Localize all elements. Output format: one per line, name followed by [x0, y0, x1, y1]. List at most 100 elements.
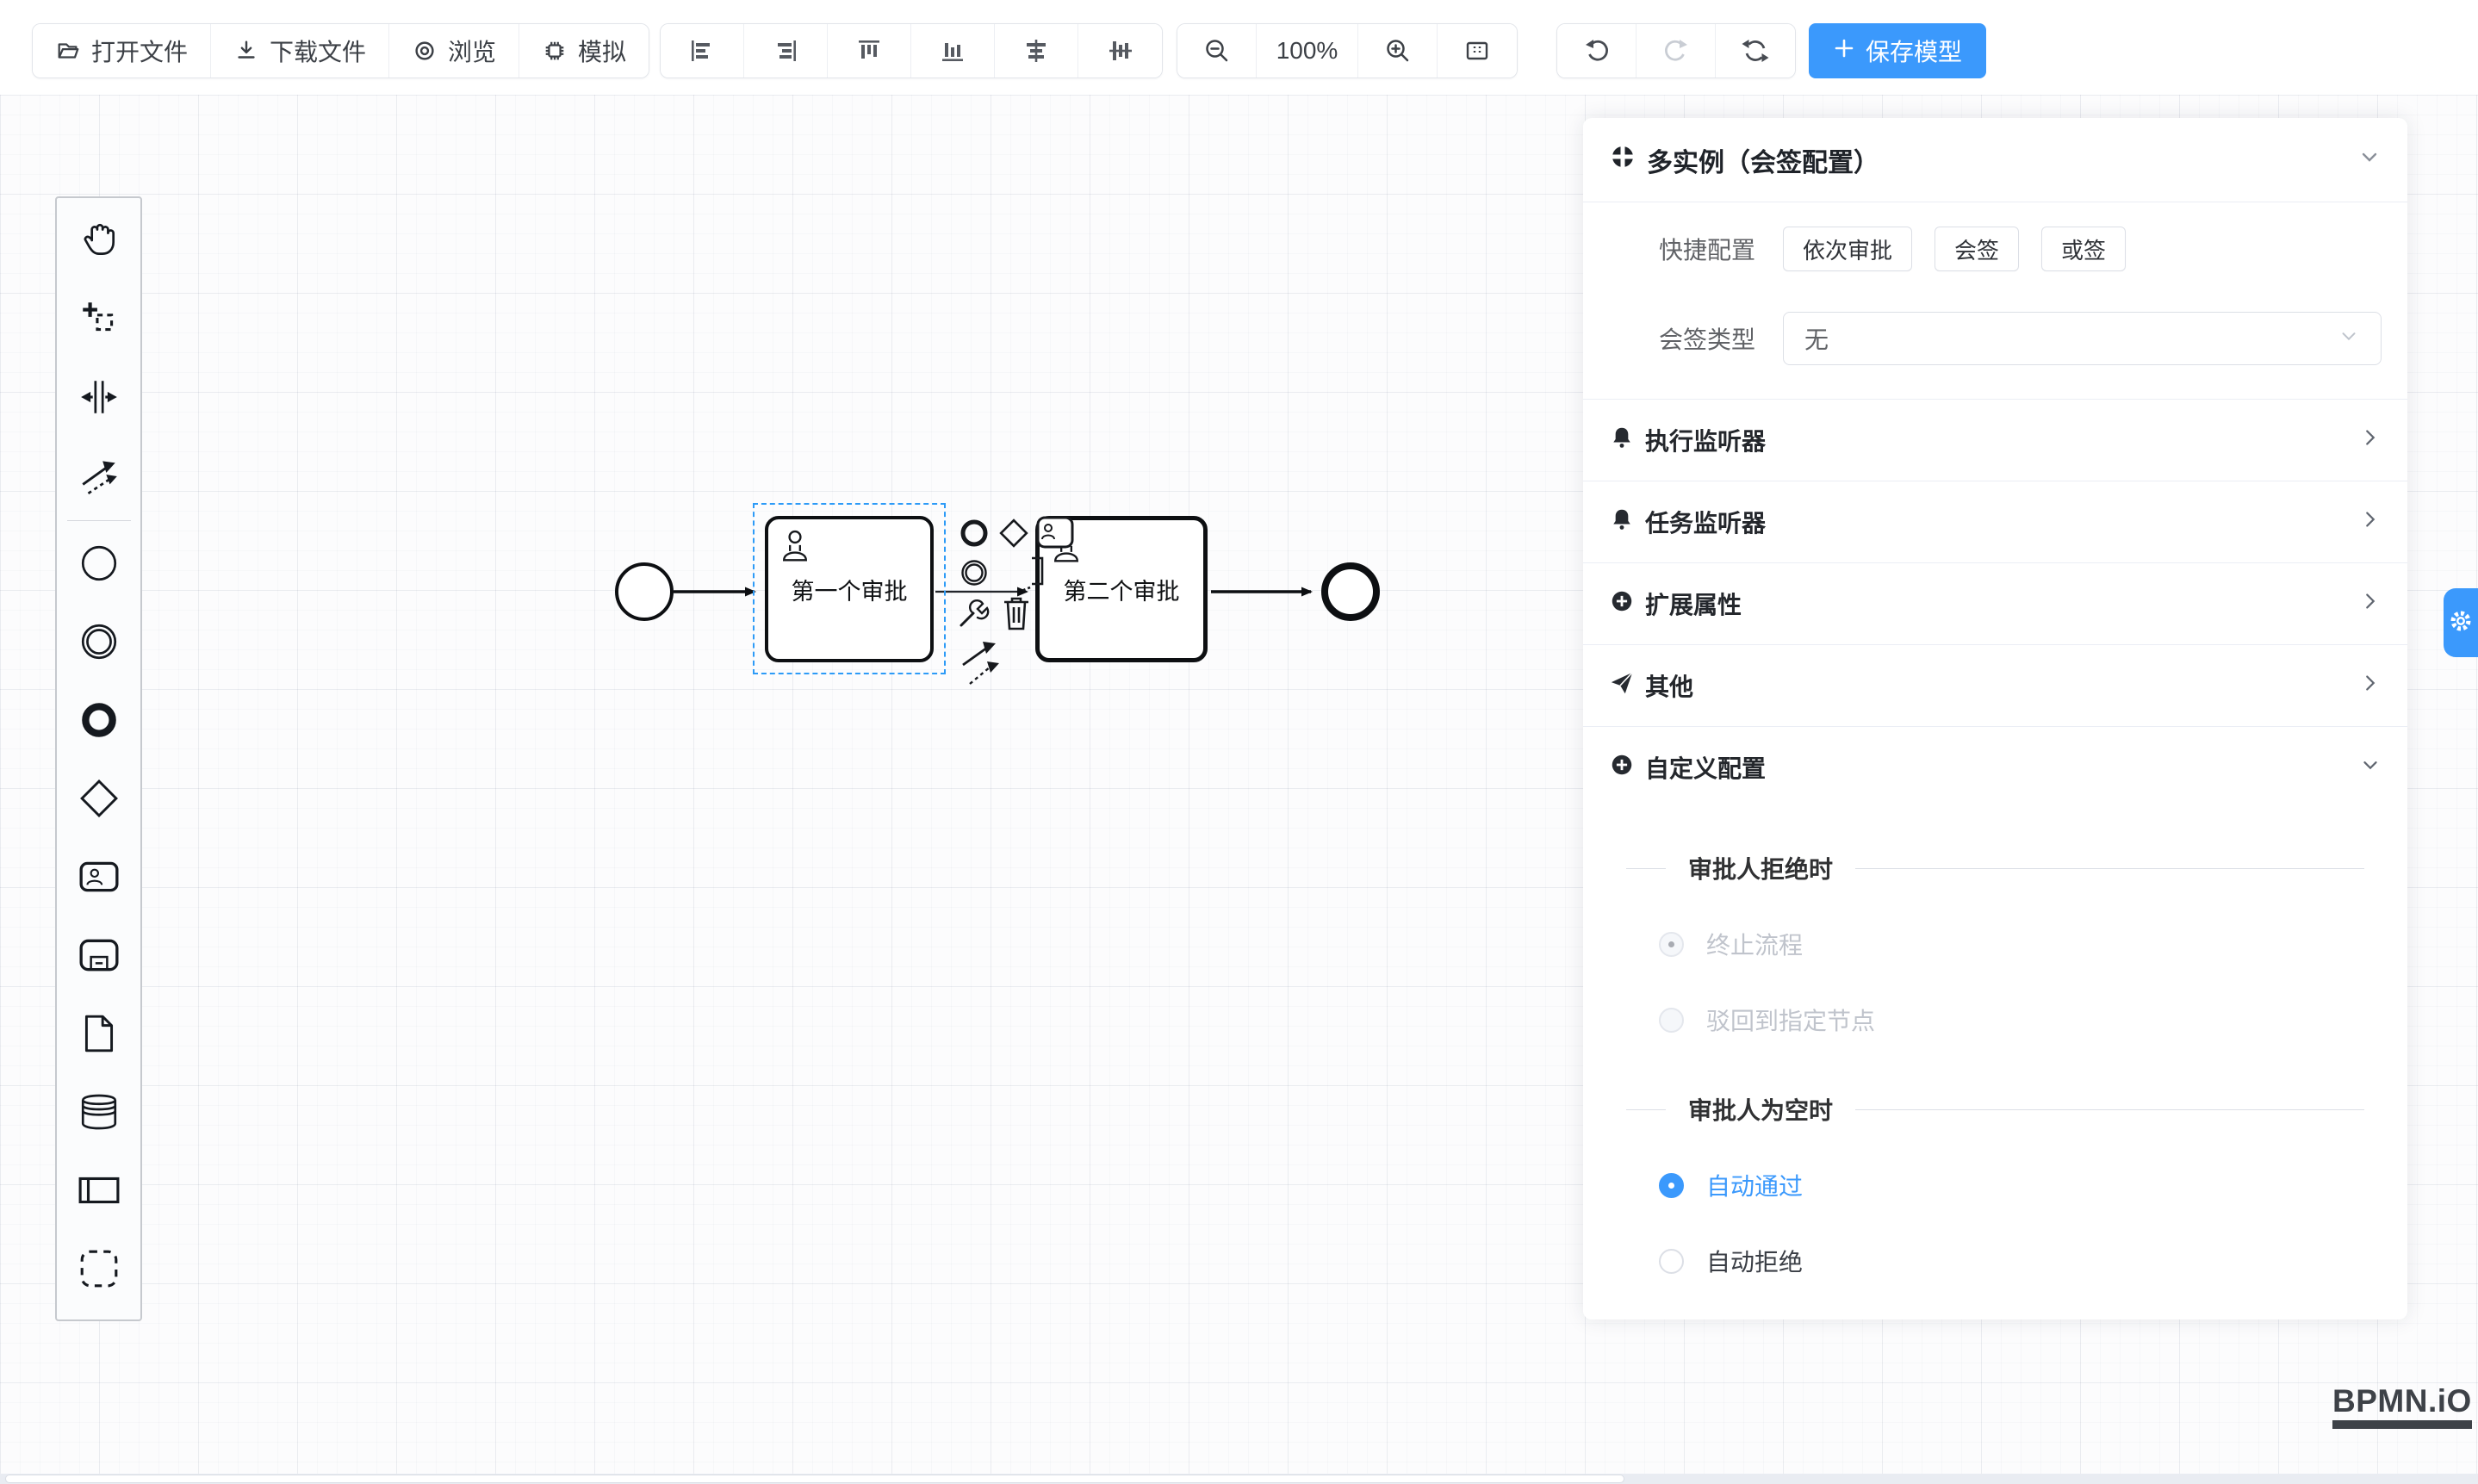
undo-icon — [1583, 37, 1611, 65]
append-text-annotation-icon[interactable] — [1020, 553, 1049, 597]
zoom-level: 100% — [1257, 24, 1358, 78]
align-top-button[interactable] — [828, 24, 911, 78]
download-file-button[interactable]: 下载文件 — [211, 24, 389, 78]
wrench-icon[interactable] — [956, 596, 991, 635]
hand-icon — [78, 219, 121, 266]
section-custom-config[interactable]: 自定义配置 — [1583, 727, 2407, 808]
sequential-approval-button[interactable]: 依次审批 — [1783, 227, 1912, 271]
chevron-down-icon — [2359, 754, 2382, 782]
simulate-label: 模拟 — [578, 34, 626, 68]
settings-tab[interactable] — [2444, 588, 2478, 657]
task-first-approval[interactable]: 第一个审批 — [765, 516, 934, 662]
sign-type-select[interactable]: 无 — [1783, 312, 2382, 365]
fit-viewport-button[interactable] — [1438, 24, 1517, 78]
subprocess-icon — [78, 934, 121, 981]
radio-icon — [1659, 1008, 1684, 1033]
start-event-icon — [78, 542, 121, 589]
connect-icon — [78, 454, 121, 501]
align-right-button[interactable] — [744, 24, 828, 78]
align-bottom-button[interactable] — [911, 24, 995, 78]
align-center-vertical-button[interactable] — [1078, 24, 1162, 78]
download-icon — [233, 38, 259, 64]
empty-group-title: 审批人为空时 — [1626, 1092, 2364, 1127]
connect-handle-icon[interactable] — [960, 636, 1008, 693]
simulate-button[interactable]: 模拟 — [519, 24, 649, 78]
radio-terminate-process[interactable]: 终止流程 — [1659, 927, 2407, 961]
create-participant[interactable] — [60, 1153, 138, 1232]
zoom-in-button[interactable] — [1358, 24, 1438, 78]
plus-circle-icon — [1609, 752, 1635, 784]
create-gateway[interactable] — [60, 761, 138, 840]
palette — [55, 196, 142, 1321]
create-data-object[interactable] — [60, 997, 138, 1075]
create-start-event[interactable] — [60, 526, 138, 605]
append-user-task-icon[interactable] — [1035, 515, 1075, 554]
hand-tool[interactable] — [60, 203, 138, 282]
bell-icon — [1609, 425, 1635, 456]
data-object-icon — [78, 1012, 121, 1059]
plus-icon — [1833, 37, 1855, 65]
divider — [1855, 1109, 2364, 1110]
user-task-marker-icon — [779, 528, 811, 570]
create-data-store[interactable] — [60, 1075, 138, 1153]
section-execution-listener[interactable]: 执行监听器 — [1583, 400, 2407, 481]
gear-icon — [2448, 608, 2474, 638]
create-group[interactable] — [60, 1232, 138, 1310]
section-task-listener[interactable]: 任务监听器 — [1583, 481, 2407, 562]
multi-instance-icon — [1609, 143, 1636, 177]
zoom-out-button[interactable] — [1177, 24, 1257, 78]
panel-title: 多实例（会签配置） — [1647, 141, 1879, 179]
align-left-button[interactable] — [661, 24, 744, 78]
plus-circle-icon — [1609, 588, 1635, 620]
radio-auto-approve[interactable]: 自动通过 — [1659, 1168, 2407, 1202]
radio-icon — [1659, 1173, 1684, 1198]
chevron-down-icon — [2338, 325, 2360, 353]
lasso-tool[interactable] — [60, 282, 138, 360]
preview-button[interactable]: 浏览 — [389, 24, 519, 78]
gateway-icon — [78, 777, 121, 824]
toolbar-history-group — [1556, 23, 1796, 78]
section-extended-properties[interactable]: 扩展属性 — [1583, 563, 2407, 644]
create-subprocess[interactable] — [60, 918, 138, 997]
trash-icon[interactable] — [1001, 594, 1032, 636]
radio-return-to-node[interactable]: 驳回到指定节点 — [1659, 1003, 2407, 1037]
radio-icon — [1659, 1249, 1684, 1274]
divider — [1855, 868, 2364, 869]
create-user-task[interactable] — [60, 840, 138, 918]
divider — [1626, 1109, 1666, 1110]
countersign-button[interactable]: 会签 — [1935, 227, 2019, 271]
section-other[interactable]: 其他 — [1583, 645, 2407, 726]
or-sign-button[interactable]: 或签 — [2041, 227, 2126, 271]
chevron-right-icon — [2359, 426, 2382, 455]
radio-auto-reject[interactable]: 自动拒绝 — [1659, 1244, 2407, 1278]
open-file-button[interactable]: 打开文件 — [33, 24, 211, 78]
context-pad — [954, 515, 1092, 713]
preview-label: 浏览 — [448, 34, 496, 68]
append-gateway-icon[interactable] — [997, 517, 1030, 554]
global-connect-tool[interactable] — [60, 438, 138, 517]
append-intermediate-event-icon[interactable] — [958, 556, 991, 593]
refresh-button[interactable] — [1716, 24, 1795, 78]
horizontal-scrollbar-thumb[interactable] — [5, 1475, 1624, 1483]
create-end-event[interactable] — [60, 683, 138, 761]
align-center-horizontal-button[interactable] — [995, 24, 1078, 78]
align-center-vertical-icon — [1107, 37, 1134, 65]
create-intermediate-event[interactable] — [60, 605, 138, 683]
chevron-down-icon — [2357, 145, 2382, 175]
redo-button[interactable] — [1636, 24, 1716, 78]
save-model-button[interactable]: 保存模型 — [1809, 23, 1986, 78]
undo-button[interactable] — [1557, 24, 1636, 78]
participant-icon — [78, 1169, 121, 1216]
align-right-icon — [772, 37, 799, 65]
panel-sections: 执行监听器 任务监听器 扩展属性 — [1583, 399, 2407, 808]
eye-icon — [412, 38, 438, 64]
horizontal-scrollbar — [0, 1474, 2478, 1484]
chevron-right-icon — [2359, 508, 2382, 537]
append-end-event-icon[interactable] — [958, 517, 991, 554]
refresh-icon — [1742, 37, 1769, 65]
lasso-icon — [78, 297, 121, 345]
bpmn-io-watermark: BPMN.iO — [2332, 1383, 2472, 1429]
space-tool[interactable] — [60, 360, 138, 438]
align-left-icon — [688, 37, 716, 65]
panel-header[interactable]: 多实例（会签配置） — [1583, 118, 2407, 202]
